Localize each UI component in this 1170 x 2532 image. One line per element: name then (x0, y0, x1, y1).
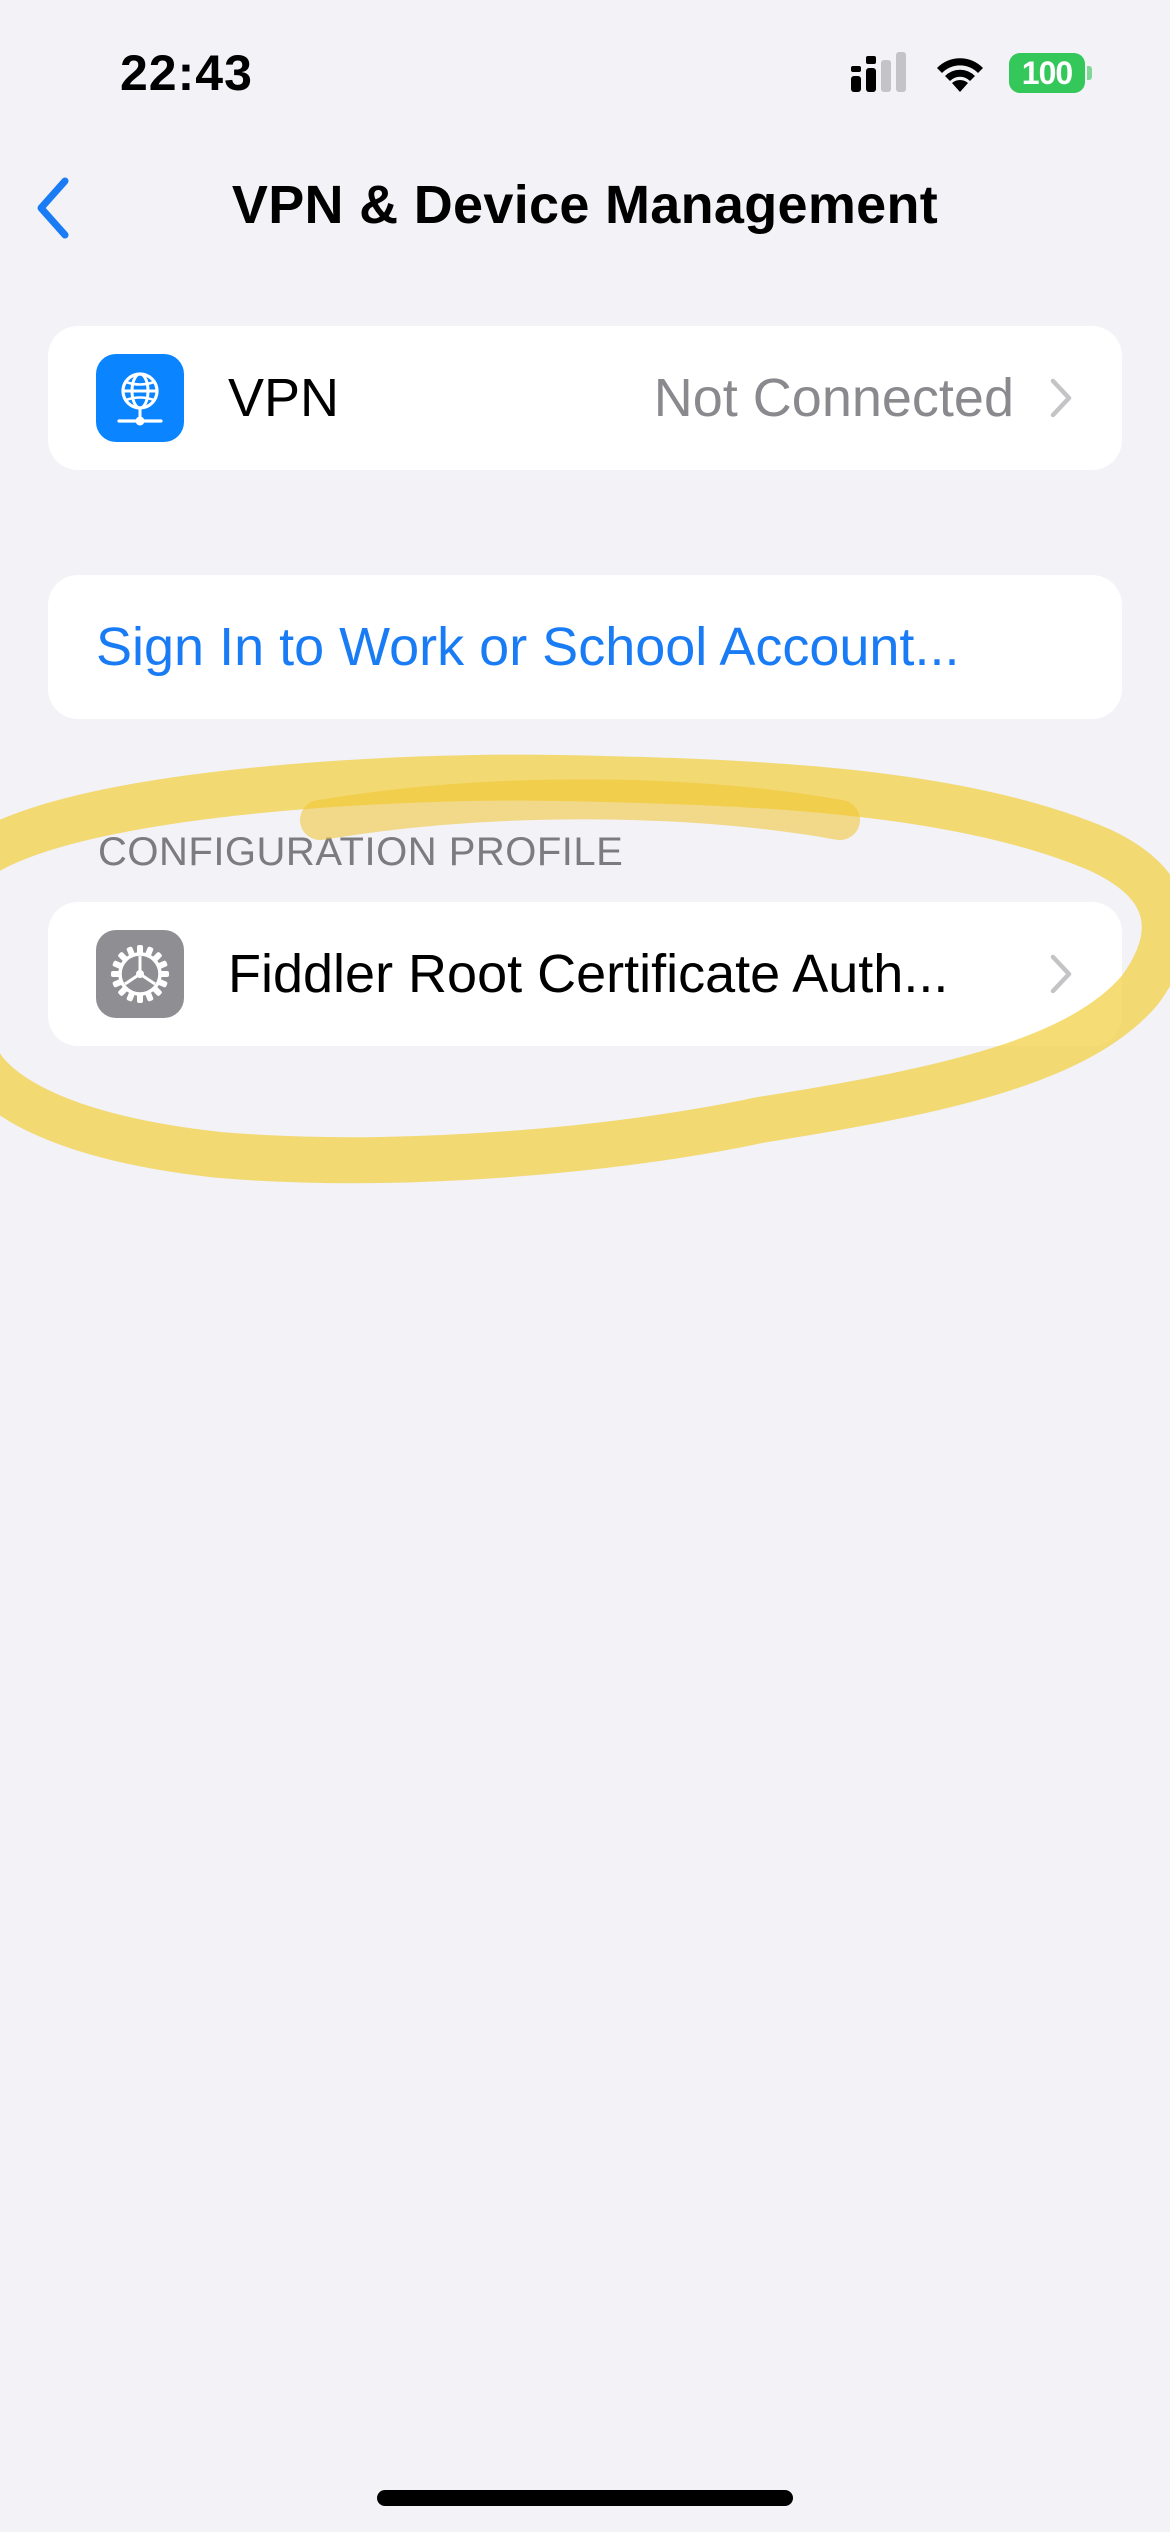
battery-indicator: 100 (1009, 53, 1092, 93)
status-icons: 100 (849, 52, 1092, 94)
cellular-signal-icon (851, 52, 906, 92)
vpn-group: VPN Not Connected (48, 326, 1122, 470)
wifi-icon (937, 58, 983, 92)
sign-in-account-label: Sign In to Work or School Account... (96, 617, 960, 677)
profiles-group: Fiddler Root Certificate Auth... (48, 902, 1122, 1046)
chevron-right-icon (1048, 952, 1074, 996)
vpn-status: Not Connected (653, 368, 1014, 428)
section-header-configuration-profile: CONFIGURATION PROFILE (98, 830, 624, 874)
vpn-label: VPN (228, 368, 340, 428)
gear-icon (96, 930, 184, 1018)
account-group: Sign In to Work or School Account... (48, 575, 1122, 719)
status-time: 22:43 (120, 45, 253, 101)
page-title: VPN & Device Management (231, 175, 939, 235)
home-indicator[interactable] (377, 2490, 793, 2506)
profile-label: Fiddler Root Certificate Auth... (228, 944, 949, 1004)
globe-network-icon (96, 354, 184, 442)
sign-in-account-button[interactable]: Sign In to Work or School Account... (48, 575, 1122, 719)
status-bar: 22:43 100 (0, 0, 1170, 150)
vpn-row[interactable]: VPN Not Connected (48, 326, 1122, 470)
battery-nub (1087, 66, 1092, 80)
profile-row[interactable]: Fiddler Root Certificate Auth... (48, 902, 1122, 1046)
nav-bar: VPN & Device Management (0, 150, 1170, 260)
chevron-right-icon (1048, 376, 1074, 420)
battery-level: 100 (1009, 53, 1085, 93)
